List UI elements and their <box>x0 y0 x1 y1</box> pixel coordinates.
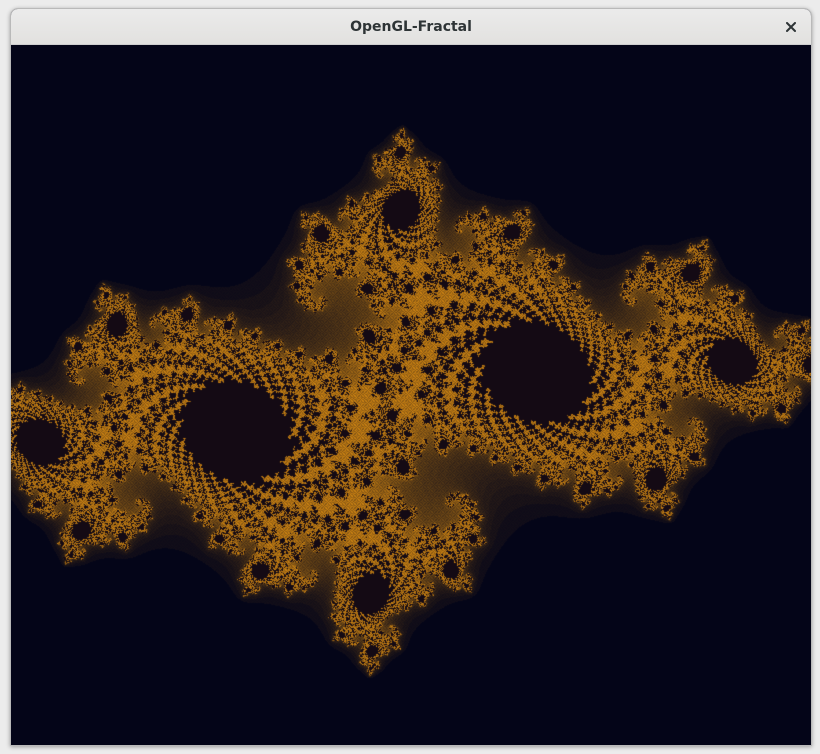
app-window: OpenGL-Fractal <box>10 8 812 746</box>
fractal-canvas[interactable] <box>11 45 811 745</box>
title-bar[interactable]: OpenGL-Fractal <box>11 9 811 45</box>
window-title: OpenGL-Fractal <box>350 19 472 35</box>
close-button[interactable] <box>779 15 803 39</box>
close-icon <box>786 22 796 32</box>
julia-fractal-render <box>11 45 811 745</box>
